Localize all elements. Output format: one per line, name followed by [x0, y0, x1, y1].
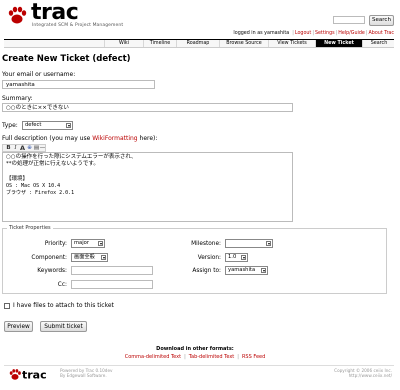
description-label-text: Full description (you may use [2, 135, 93, 142]
tab-new-ticket[interactable]: New Ticket [315, 40, 362, 47]
tab-browse-source[interactable]: Browse Source [219, 40, 268, 47]
component-select[interactable]: 画面全般 [71, 253, 108, 262]
assign-to-label: Assign to: [192, 268, 221, 274]
attach-label: I have files to attach to this ticket [13, 302, 114, 309]
tab-wiki[interactable]: Wiki [104, 40, 143, 47]
footer-logo-text: trac [22, 368, 47, 382]
version-select[interactable]: 1.0 [225, 253, 248, 262]
milestone-label: Milestone: [191, 241, 221, 247]
cc-label: Cc: [57, 282, 67, 288]
chevron-down-icon [101, 255, 106, 260]
summary-label: Summary: [2, 95, 33, 102]
assign-to-select-value: yamashita [228, 267, 256, 273]
about-trac-link[interactable]: About Trac [369, 31, 394, 36]
keywords-label: Keywords: [37, 268, 67, 274]
description-textarea[interactable]: ○○の操作を行った際にシステムエラーが表示され、 **の処理が正常に行えないようで… [2, 152, 293, 222]
help-guide-link[interactable]: Help/Guide [338, 31, 365, 36]
chevron-down-icon [266, 241, 271, 246]
reporter-label: Your email or username: [2, 71, 76, 78]
reporter-input[interactable]: yamashita [2, 80, 155, 89]
wiki-toolbar: B I A ⊕ ▤ — [2, 144, 46, 152]
wiki-formatting-link[interactable]: WikiFormatting [92, 135, 137, 142]
component-select-value: 画面全般 [74, 254, 95, 260]
settings-link[interactable]: Settings [315, 31, 335, 36]
description-line [6, 168, 289, 175]
tab-roadmap[interactable]: Roadmap [176, 40, 219, 47]
assign-to-select[interactable]: yamashita [225, 266, 268, 275]
description-line: **の処理が正常に行えないようです。 [6, 161, 99, 168]
preview-button[interactable]: Preview [4, 321, 33, 332]
description-line: 【環境】 [6, 175, 29, 182]
main-nav: Wiki Timeline Roadmap Browse Source View… [4, 39, 394, 48]
priority-label: Priority: [44, 241, 67, 247]
trac-logo-icon [9, 369, 21, 380]
footer-powered-by: Powered by Trac 0.10dev By Edgewall Soft… [60, 368, 113, 378]
tsv-link[interactable]: Tab-delimited Text [186, 354, 237, 360]
ticket-properties-legend: Ticket Properties [7, 225, 53, 231]
trac-logo-icon [8, 6, 27, 24]
logo-tagline: Integrated SCM & Project Management [32, 23, 124, 28]
meta-nav: logged in as yamashita |Logout|Settings|H… [233, 31, 394, 36]
alternate-formats: Comma-delimited Text | Tab-delimited Text |… [0, 354, 390, 360]
search-input[interactable] [333, 16, 365, 24]
csv-link[interactable]: Comma-delimited Text [122, 354, 184, 360]
description-label-suffix: here): [137, 135, 158, 142]
by-line-text: By Edgewall Software. [60, 373, 107, 378]
alternate-formats-title: Download in other formats: [156, 346, 234, 352]
attach-checkbox[interactable] [4, 303, 10, 309]
type-select-value: defect [25, 122, 42, 128]
keywords-input[interactable] [71, 266, 153, 275]
footer-copyright: Copyright © 2006 ceiix Inc. http://www.c… [334, 368, 392, 378]
version-label: Version: [197, 255, 221, 261]
milestone-select[interactable] [225, 239, 273, 248]
chevron-down-icon [98, 241, 103, 246]
footer-url[interactable]: http://www.ceiix.net/ [334, 373, 392, 378]
component-label: Component: [31, 255, 67, 261]
chevron-down-icon [241, 255, 246, 260]
hr-button[interactable]: — [38, 145, 47, 151]
logged-in-text: logged in as yamashita [233, 31, 290, 36]
summary-input[interactable]: ○○のときに××できない [2, 103, 293, 112]
type-select[interactable]: defect [22, 121, 73, 130]
description-line: ブラウザ : Firefox 2.0.1 [6, 190, 75, 197]
description-line: OS : Mac OS X 10.4 [6, 182, 61, 189]
logout-link[interactable]: Logout [295, 31, 311, 36]
tab-search[interactable]: Search [362, 40, 395, 47]
priority-select[interactable]: major [71, 239, 105, 248]
chevron-down-icon [261, 268, 266, 273]
priority-select-value: major [74, 240, 89, 246]
tab-view-tickets[interactable]: View Tickets [268, 40, 315, 47]
submit-ticket-button[interactable]: Submit ticket [40, 321, 87, 332]
description-label: Full description (you may use WikiFormat… [2, 135, 157, 143]
type-label: Type: [2, 122, 18, 129]
rss-link[interactable]: RSS Feed [239, 354, 268, 360]
tab-timeline[interactable]: Timeline [143, 40, 176, 47]
chevron-down-icon [66, 123, 71, 128]
search-button[interactable]: Search [369, 15, 394, 26]
page-title: Create New Ticket (defect) [2, 54, 131, 64]
footer-logo[interactable]: trac [8, 368, 47, 382]
cc-input[interactable] [71, 280, 153, 289]
version-select-value: 1.0 [228, 254, 237, 260]
